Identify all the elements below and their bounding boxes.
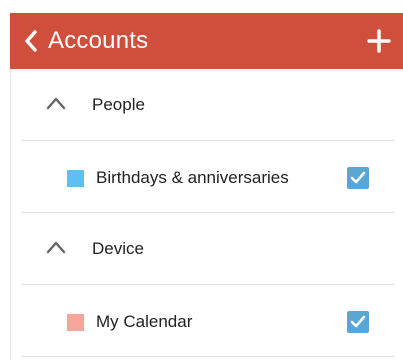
app-bar: Accounts	[10, 13, 403, 69]
page-title: Accounts	[48, 27, 149, 54]
group-header-people[interactable]: People	[11, 69, 403, 141]
chevron-left-icon	[25, 30, 37, 52]
back-button[interactable]	[14, 13, 48, 69]
chevron-up-icon	[46, 97, 66, 110]
accounts-screen: Accounts People Birthdays & anniversarie…	[0, 0, 403, 360]
calendar-color-swatch	[67, 314, 84, 331]
calendar-row-birthdays[interactable]: Birthdays & anniversaries	[11, 141, 403, 213]
add-account-button[interactable]	[365, 27, 393, 55]
calendar-label-my-calendar: My Calendar	[96, 312, 193, 331]
calendar-row-my-calendar[interactable]: My Calendar	[11, 285, 403, 357]
divider	[21, 356, 395, 357]
plus-icon	[367, 29, 391, 53]
calendar-checkbox-birthdays[interactable]	[347, 167, 369, 189]
calendar-label-birthdays: Birthdays & anniversaries	[96, 168, 289, 187]
group-label-people: People	[92, 95, 145, 114]
chevron-up-icon	[46, 241, 66, 254]
checkmark-icon	[350, 171, 366, 184]
calendar-color-swatch	[67, 170, 84, 187]
group-header-device[interactable]: Device	[11, 213, 403, 285]
checkmark-icon	[350, 315, 366, 328]
top-strip	[0, 0, 403, 13]
group-label-device: Device	[92, 239, 144, 258]
accounts-list: People Birthdays & anniversaries Device …	[11, 69, 403, 357]
calendar-checkbox-my-calendar[interactable]	[347, 311, 369, 333]
